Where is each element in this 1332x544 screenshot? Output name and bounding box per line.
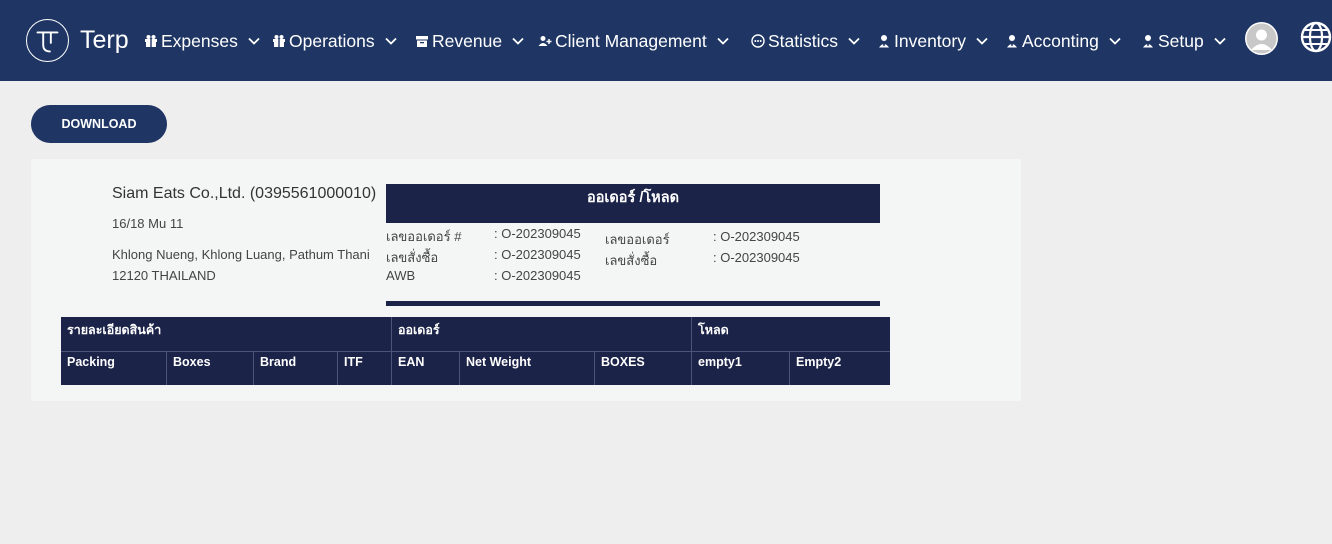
column-header-itf: ITF <box>337 351 391 385</box>
download-button[interactable]: DOWNLOAD <box>31 105 167 143</box>
column-header-empty1: empty1 <box>691 351 789 385</box>
column-header-brand: Brand <box>253 351 337 385</box>
nav-statistics-label: Statistics <box>768 30 839 51</box>
order-title: ออเดอร์ /โหลด <box>386 184 880 223</box>
gift-icon <box>143 34 158 49</box>
nav-acconting[interactable]: Acconting <box>1004 29 1122 53</box>
nav-acconting-label: Acconting <box>1022 30 1099 51</box>
column-header-ean: EAN <box>391 351 459 385</box>
column-header-packing: Packing <box>61 351 166 385</box>
company-address-line1: 16/18 Mu 11 <box>112 216 184 231</box>
brand-name[interactable]: Terp <box>80 26 129 55</box>
group-header-order: ออเดอร์ <box>391 317 691 351</box>
chevron-down-icon <box>716 34 730 48</box>
awb-value: : O-202309045 <box>494 268 581 283</box>
nav-inventory-label: Inventory <box>894 30 966 51</box>
order-number-label-2: เลขออเดอร์ <box>605 232 670 247</box>
nav-operations-label: Operations <box>289 30 375 51</box>
nav-expenses-label: Expenses <box>161 30 238 51</box>
group-header-load: โหลด <box>691 317 890 351</box>
column-header-net-weight: Net Weight <box>459 351 594 385</box>
chevron-down-icon <box>1213 34 1227 48</box>
nav-inventory[interactable]: Inventory <box>876 29 989 53</box>
group-header-product-details: รายละเอียดสินค้า <box>67 323 162 337</box>
nav-revenue-label: Revenue <box>432 30 503 51</box>
order-number-value-2: : O-202309045 <box>713 229 800 244</box>
user-tie-icon <box>876 34 891 49</box>
column-header-boxes: Boxes <box>166 351 253 385</box>
purchase-number-label-2: เลขสั่งซื้อ <box>605 253 658 268</box>
awb-label: AWB <box>386 268 416 283</box>
top-navbar: Terp Expenses Operations Revenue Client … <box>0 0 1332 81</box>
column-header-boxes-order: BOXES <box>594 351 691 385</box>
chevron-down-icon <box>384 34 398 48</box>
column-header-empty2: Empty2 <box>789 351 890 385</box>
chevron-down-icon <box>975 34 989 48</box>
nav-client-management-label: Client Management <box>555 30 707 51</box>
user-tie-icon <box>1140 34 1155 49</box>
dots-circle-icon <box>750 34 765 49</box>
terp-logo-icon[interactable] <box>26 19 69 62</box>
purchase-number-value-2: : O-202309045 <box>713 250 800 265</box>
nav-statistics[interactable]: Statistics <box>750 29 861 53</box>
nav-client-management[interactable]: Client Management <box>537 29 730 53</box>
purchase-number-value: : O-202309045 <box>494 247 581 262</box>
order-number-label: เลขออเดอร์ # <box>386 229 462 244</box>
chevron-down-icon <box>847 34 861 48</box>
product-table-header: รายละเอียดสินค้า ออเดอร์ โหลด Packing Bo… <box>61 317 890 385</box>
gift-icon <box>271 34 286 49</box>
company-address-line2: Khlong Nueng, Khlong Luang, Pathum Thani <box>112 247 370 262</box>
user-avatar-icon[interactable] <box>1245 22 1278 55</box>
nav-operations[interactable]: Operations <box>271 29 398 53</box>
nav-setup[interactable]: Setup <box>1140 29 1227 53</box>
nav-expenses[interactable]: Expenses <box>143 29 261 53</box>
user-plus-icon <box>537 34 552 49</box>
user-tie-icon <box>1004 34 1019 49</box>
nav-revenue[interactable]: Revenue <box>414 29 525 53</box>
purchase-number-label: เลขสั่งซื้อ <box>386 250 439 265</box>
section-divider <box>386 301 880 306</box>
globe-icon[interactable] <box>1299 20 1332 54</box>
nav-setup-label: Setup <box>1158 30 1204 51</box>
chevron-down-icon <box>511 34 525 48</box>
order-number-value: : O-202309045 <box>494 226 581 241</box>
chevron-down-icon <box>247 34 261 48</box>
company-name: Siam Eats Co.,Ltd. (0395561000010) <box>112 185 377 202</box>
chevron-down-icon <box>1108 34 1122 48</box>
company-address-line3: 12120 THAILAND <box>112 268 216 283</box>
archive-icon <box>414 34 429 49</box>
